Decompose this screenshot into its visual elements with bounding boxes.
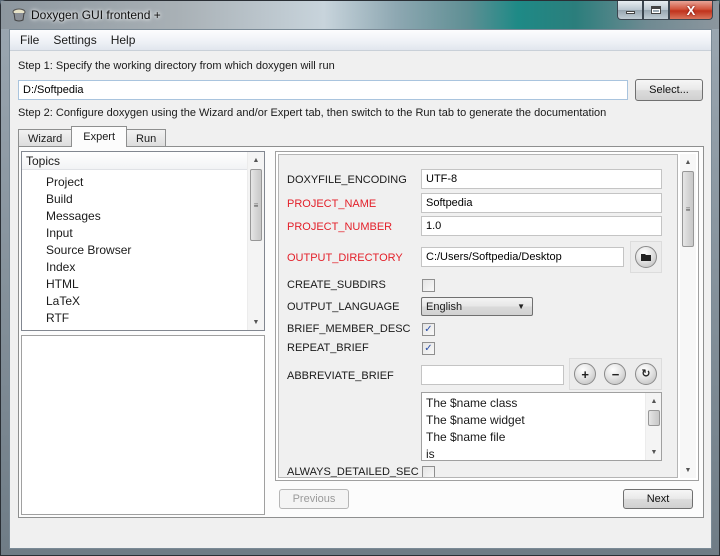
create-subdirs-label: CREATE_SUBDIRS <box>287 279 386 291</box>
abbreviate-brief-list[interactable]: The $name class The $name widget The $na… <box>421 392 662 461</box>
tab-bar: Wizard Expert Run <box>18 126 167 147</box>
browse-output-box <box>630 241 662 273</box>
check-icon: ✓ <box>424 342 433 354</box>
doxygen-app-icon <box>12 8 26 22</box>
topic-messages[interactable]: Messages <box>44 208 133 225</box>
remove-item-button[interactable]: − <box>604 363 627 385</box>
options-panel: DOXYFILE_ENCODING PROJECT_NAME PROJECT_N… <box>275 151 699 481</box>
output-directory-label: OUTPUT_DIRECTORY <box>287 252 403 264</box>
topic-html[interactable]: HTML <box>44 276 133 293</box>
abbreviate-brief-label: ABBREVIATE_BRIEF <box>287 370 394 382</box>
abbreviate-brief-actions: + − ↻ <box>569 358 662 390</box>
always-detailed-sec-label: ALWAYS_DETAILED_SEC <box>287 466 419 478</box>
maximize-icon <box>651 6 661 14</box>
minimize-icon <box>625 11 635 14</box>
project-name-label: PROJECT_NAME <box>287 198 377 210</box>
menu-bar: File Settings Help <box>10 30 711 51</box>
minus-icon: − <box>611 366 620 382</box>
scroll-up-icon[interactable]: ▲ <box>680 154 696 170</box>
menu-help[interactable]: Help <box>104 33 143 47</box>
tab-wizard[interactable]: Wizard <box>18 129 73 147</box>
folder-icon <box>641 254 651 261</box>
caption-buttons: X <box>617 1 713 21</box>
plus-icon: + <box>581 366 589 382</box>
output-language-value: English <box>426 300 463 313</box>
scroll-down-icon[interactable]: ▼ <box>248 314 264 330</box>
topics-scroll-thumb[interactable]: ≡ <box>250 169 262 241</box>
list-item[interactable]: The $name widget <box>426 412 525 429</box>
topic-index[interactable]: Index <box>44 259 133 276</box>
options-scrollbar[interactable]: ▲ ≡ ▼ <box>680 154 696 478</box>
doxyfile-encoding-label: DOXYFILE_ENCODING <box>287 174 407 186</box>
options-content: DOXYFILE_ENCODING PROJECT_NAME PROJECT_N… <box>278 154 678 478</box>
expert-tab-pane: Topics Project Build Messages Input Sour… <box>18 146 704 518</box>
refresh-icon: ↻ <box>641 367 651 380</box>
close-button[interactable]: X <box>669 1 713 20</box>
close-icon: X <box>686 2 696 18</box>
brief-member-desc-label: BRIEF_MEMBER_DESC <box>287 323 411 335</box>
menu-settings[interactable]: Settings <box>46 33 103 47</box>
abbreviate-brief-input[interactable] <box>421 365 564 385</box>
update-item-button[interactable]: ↻ <box>634 363 657 385</box>
scroll-up-icon[interactable]: ▲ <box>646 393 662 409</box>
output-directory-input[interactable] <box>421 247 624 267</box>
project-number-label: PROJECT_NUMBER <box>287 221 393 233</box>
list-item[interactable]: is <box>426 446 525 463</box>
topic-latex[interactable]: LaTeX <box>44 293 133 310</box>
topic-rtf[interactable]: RTF <box>44 310 133 327</box>
scroll-up-icon[interactable]: ▲ <box>248 152 264 168</box>
previous-button[interactable]: Previous <box>279 489 349 509</box>
minimize-button[interactable] <box>617 1 643 20</box>
list-item[interactable]: The $name class <box>426 395 525 412</box>
project-name-input[interactable] <box>421 193 662 213</box>
menu-file[interactable]: File <box>13 33 46 47</box>
topic-input[interactable]: Input <box>44 225 133 242</box>
title-bar[interactable]: Doxygen GUI frontend + X <box>1 1 719 29</box>
grip-icon: ≡ <box>685 204 691 214</box>
brief-member-desc-checkbox[interactable]: ✓ <box>422 323 435 336</box>
brief-list-scroll-thumb[interactable] <box>648 410 660 426</box>
select-directory-button[interactable]: Select... <box>635 79 703 101</box>
scroll-down-icon[interactable]: ▼ <box>646 444 662 460</box>
add-item-button[interactable]: + <box>574 363 597 385</box>
topic-source-browser[interactable]: Source Browser <box>44 242 133 259</box>
abbreviate-brief-items: The $name class The $name widget The $na… <box>426 395 525 463</box>
app-window: Doxygen GUI frontend + X File Settings H… <box>0 0 720 556</box>
always-detailed-sec-checkbox[interactable] <box>422 466 435 477</box>
tab-run[interactable]: Run <box>126 129 167 147</box>
topics-tree[interactable]: Topics Project Build Messages Input Sour… <box>21 151 265 331</box>
window-title: Doxygen GUI frontend + <box>31 8 161 22</box>
topic-build[interactable]: Build <box>44 191 133 208</box>
topics-list: Project Build Messages Input Source Brow… <box>44 174 133 327</box>
client-area: File Settings Help Step 1: Specify the w… <box>9 29 712 549</box>
repeat-brief-checkbox[interactable]: ✓ <box>422 342 435 355</box>
doxyfile-encoding-input[interactable] <box>421 169 662 189</box>
topic-project[interactable]: Project <box>44 174 133 191</box>
check-icon: ✓ <box>424 323 433 335</box>
output-language-label: OUTPUT_LANGUAGE <box>287 301 400 313</box>
output-language-select[interactable]: English ▼ <box>421 297 533 316</box>
help-text-pane <box>21 335 265 515</box>
maximize-button[interactable] <box>643 1 669 20</box>
repeat-brief-label: REPEAT_BRIEF <box>287 342 369 354</box>
dropdown-arrow-icon: ▼ <box>517 302 525 311</box>
step2-label: Step 2: Configure doxygen using the Wiza… <box>18 107 607 119</box>
topics-scrollbar[interactable]: ▲ ≡ ▼ <box>247 152 264 330</box>
options-scroll-thumb[interactable]: ≡ <box>682 171 694 247</box>
list-item[interactable]: The $name file <box>426 429 525 446</box>
project-number-input[interactable] <box>421 216 662 236</box>
brief-list-scrollbar[interactable]: ▲ ▼ <box>645 393 661 460</box>
working-directory-input[interactable] <box>18 80 628 100</box>
grip-icon: ≡ <box>253 200 259 210</box>
next-button[interactable]: Next <box>623 489 693 509</box>
browse-folder-button[interactable] <box>635 246 657 268</box>
step1-label: Step 1: Specify the working directory fr… <box>18 60 335 72</box>
create-subdirs-checkbox[interactable] <box>422 279 435 292</box>
tab-expert[interactable]: Expert <box>71 126 128 147</box>
topics-header: Topics <box>22 152 247 170</box>
scroll-down-icon[interactable]: ▼ <box>680 462 696 478</box>
